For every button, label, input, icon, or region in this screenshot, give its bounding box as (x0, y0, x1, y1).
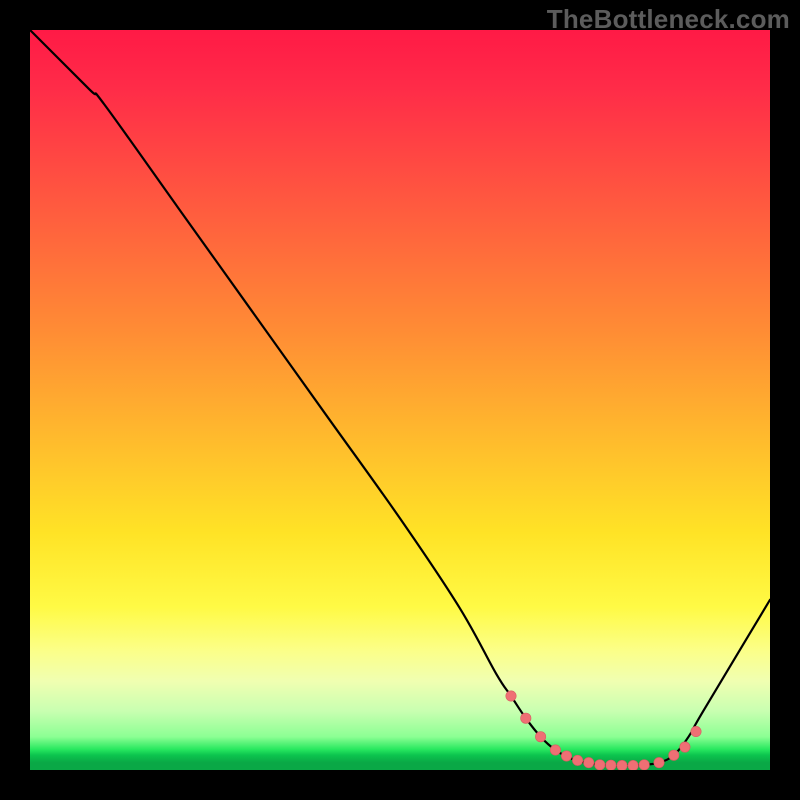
chart-frame: TheBottleneck.com (0, 0, 800, 800)
valley-dot (521, 713, 531, 723)
plot-area (30, 30, 770, 770)
valley-dot (561, 751, 571, 761)
valley-dot (669, 750, 679, 760)
valley-dot (606, 760, 616, 770)
valley-dot (550, 745, 560, 755)
valley-dot (654, 757, 664, 767)
valley-dot (595, 760, 605, 770)
valley-dot (506, 691, 516, 701)
valley-dot (584, 757, 594, 767)
valley-dot (535, 732, 545, 742)
valley-dot (680, 742, 690, 752)
curve-layer (30, 30, 770, 770)
valley-dot (572, 755, 582, 765)
watermark-text: TheBottleneck.com (547, 4, 790, 35)
valley-dot (639, 760, 649, 770)
bottleneck-curve (30, 30, 770, 766)
valley-dot (617, 760, 627, 770)
valley-dot (691, 726, 701, 736)
valley-dot (628, 760, 638, 770)
